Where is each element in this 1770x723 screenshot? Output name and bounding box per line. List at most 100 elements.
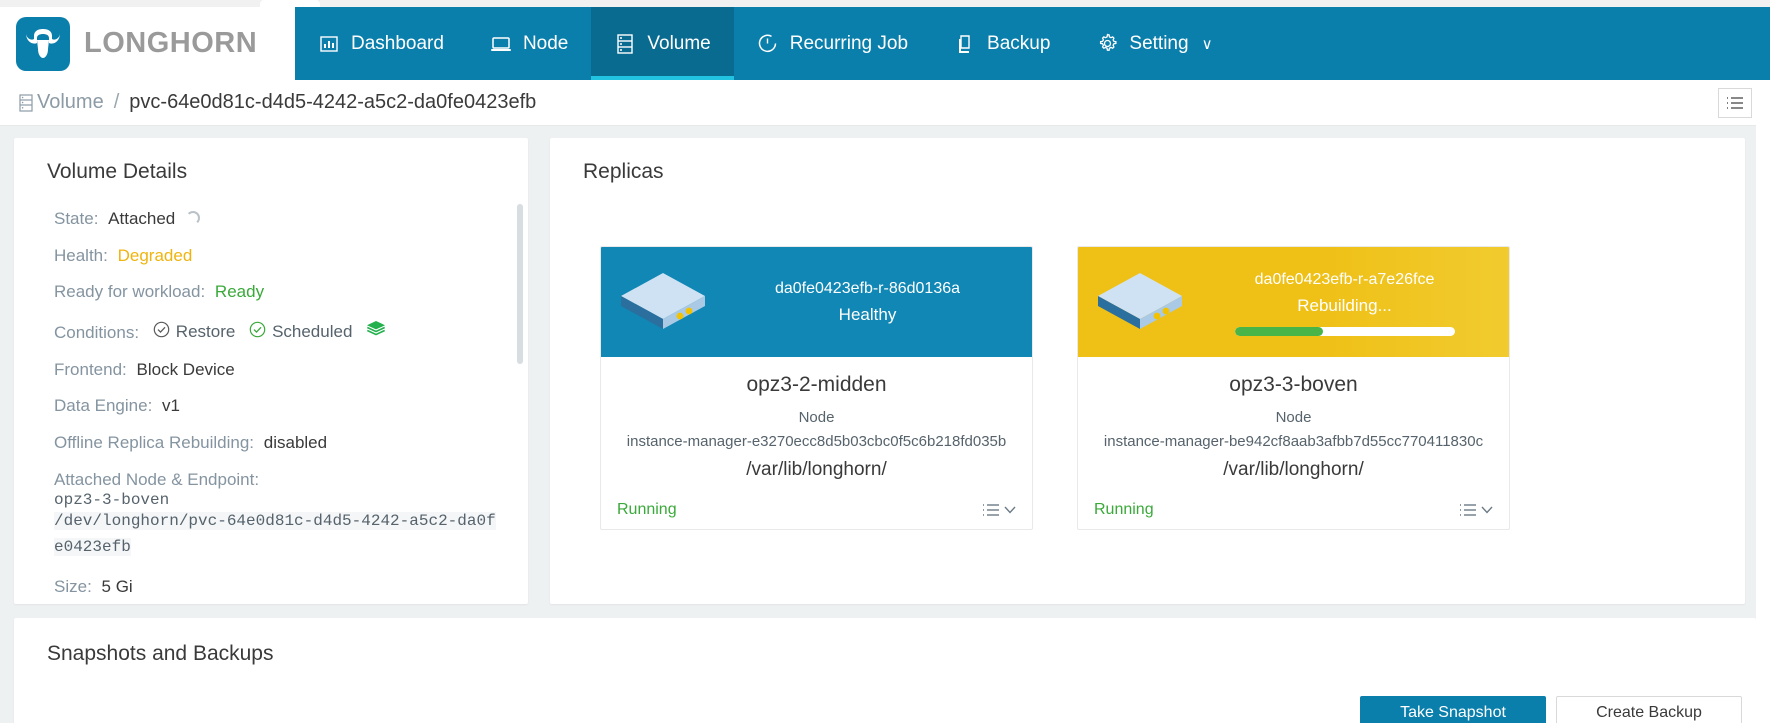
nav-label-node: Node: [522, 32, 569, 54]
replica-node-name: opz3-3-boven: [1229, 373, 1358, 396]
condition-scheduled[interactable]: Scheduled: [249, 321, 352, 343]
chevron-down-icon: [1004, 506, 1016, 514]
chevron-down-icon: [1481, 506, 1493, 514]
nav-label-dashboard: Dashboard: [351, 32, 444, 54]
replicas-card: Replicas da0fe0423efb-r-86d0136a Healthy…: [550, 138, 1745, 604]
list-icon[interactable]: [1718, 87, 1752, 118]
database-stack-icon: [614, 33, 636, 55]
nav-item-volume[interactable]: Volume: [591, 7, 735, 80]
replicas-title: Replicas: [583, 160, 664, 183]
create-backup-button[interactable]: Create Backup: [1556, 696, 1742, 723]
replica-body: opz3-3-boven Node instance-manager-be942…: [1078, 357, 1509, 501]
copy-icon: [954, 33, 976, 55]
nav-item-setting[interactable]: Setting ∨: [1073, 7, 1235, 80]
volume-icon: [18, 93, 34, 112]
detail-label-ready-for-workload: Ready for workload:: [54, 282, 206, 302]
replica-footer: Running: [1078, 501, 1509, 529]
replicas-grid: da0fe0423efb-r-86d0136a Healthy opz3-2-m…: [550, 184, 1745, 530]
replica-instance-manager: instance-manager-e3270ecc8d5b03cbc0f5c6b…: [626, 433, 1007, 450]
detail-label-size: Size:: [54, 577, 92, 597]
replica-body: opz3-2-midden Node instance-manager-e327…: [601, 357, 1032, 501]
nav-item-dashboard[interactable]: Dashboard: [295, 7, 467, 80]
nav-label-setting: Setting: [1129, 32, 1189, 54]
attached-node-value: opz3-3-boven: [54, 490, 170, 509]
check-circle-icon: [153, 321, 170, 343]
detail-label-frontend: Frontend:: [54, 359, 127, 379]
loading-spinner-icon: [186, 211, 200, 225]
brand[interactable]: LONGHORN: [0, 7, 295, 80]
replica-instance-manager: instance-manager-be942cf8aab3afbb7d55cc7…: [1103, 433, 1484, 450]
chevron-down-icon: ∨: [1201, 35, 1213, 53]
detail-label-conditions: Conditions:: [54, 323, 140, 343]
nav-label-backup: Backup: [987, 32, 1051, 54]
replica-node-label: Node: [798, 409, 835, 426]
volume-details-card: Volume Details State: Attached Health: D…: [14, 138, 528, 604]
detail-row-state: State: Attached: [54, 210, 498, 229]
take-snapshot-button[interactable]: Take Snapshot: [1360, 696, 1546, 723]
browser-tab-stub: [260, 0, 320, 7]
replica-footer: Running: [601, 501, 1032, 529]
replica-data-path: /var/lib/longhorn/: [1223, 459, 1364, 480]
detail-label-attached-node-endpoint: Attached Node & Endpoint:: [54, 469, 260, 489]
brand-name: LONGHORN: [84, 27, 258, 59]
chart-bar-icon: [318, 33, 340, 55]
detail-value-data-engine: v1: [162, 396, 180, 416]
detail-value-offline-replica-rebuilding: disabled: [263, 433, 328, 453]
nav-label-volume: Volume: [647, 32, 711, 54]
detail-label-data-engine: Data Engine:: [54, 396, 153, 416]
breadcrumb-root[interactable]: Volume: [37, 91, 104, 114]
replica-name: da0fe0423efb-r-86d0136a: [774, 279, 961, 297]
detail-value-frontend: Block Device: [136, 359, 235, 379]
volume-details-title: Volume Details: [47, 160, 188, 183]
replica-node-label: Node: [1275, 409, 1312, 426]
condition-label-restore: Restore: [175, 321, 236, 341]
rebuild-progress-bar: [1234, 326, 1455, 336]
nav-item-backup[interactable]: Backup: [931, 7, 1073, 80]
detail-row-offline-replica-rebuilding: Offline Replica Rebuilding: disabled: [54, 433, 498, 453]
check-circle-icon: [249, 321, 266, 343]
app-header: LONGHORN Dashboard Node Volume Recurring…: [0, 7, 1770, 80]
snapshots-backups-card: Snapshots and Backups Take Snapshot Crea…: [14, 618, 1756, 723]
replica-card[interactable]: da0fe0423efb-r-a7e26fce Rebuilding... op…: [1077, 246, 1510, 530]
detail-row-size: Size: 5 Gi: [54, 577, 498, 597]
replica-actions-menu[interactable]: [1459, 503, 1493, 517]
detail-label-offline-replica-rebuilding: Offline Replica Rebuilding:: [54, 433, 255, 453]
detail-value-size: 5 Gi: [101, 577, 133, 597]
detail-value-state: Attached: [108, 210, 176, 228]
condition-label-scheduled: Scheduled: [272, 321, 353, 341]
volume-details-list: State: Attached Health: Degraded Ready f…: [14, 210, 528, 604]
breadcrumb-actions: [1718, 87, 1752, 118]
disk-3d-icon: [1094, 269, 1186, 335]
breadcrumb-bar: Volume / pvc-64e0d81c-d4d5-4242-a5c2-da0…: [0, 80, 1770, 126]
replica-actions-menu[interactable]: [982, 503, 1016, 517]
condition-restore[interactable]: Restore: [153, 321, 236, 343]
longhorn-app: LONGHORN Dashboard Node Volume Recurring…: [0, 0, 1770, 723]
nav-item-recurring-job[interactable]: Recurring Job: [734, 7, 931, 80]
replica-running-status: Running: [617, 501, 677, 518]
breadcrumb-separator: /: [113, 91, 120, 113]
main-nav: Dashboard Node Volume Recurring Job Back…: [295, 7, 1770, 80]
replica-data-path: /var/lib/longhorn/: [746, 459, 887, 480]
detail-label-state: State:: [54, 210, 99, 228]
server-node-icon: [490, 33, 512, 55]
breadcrumb-current: pvc-64e0d81c-d4d5-4242-a5c2-da0fe0423efb: [129, 91, 537, 113]
clock-icon: [757, 33, 779, 55]
replica-header-healthy: da0fe0423efb-r-86d0136a Healthy: [601, 247, 1032, 357]
replica-header-rebuilding: da0fe0423efb-r-a7e26fce Rebuilding...: [1078, 247, 1509, 357]
gear-icon: [1096, 33, 1118, 55]
nav-item-node[interactable]: Node: [467, 7, 591, 80]
details-scrollbar-thumb[interactable]: [517, 204, 523, 364]
layers-icon[interactable]: [366, 320, 386, 338]
page-content: Volume Details State: Attached Health: D…: [0, 126, 1770, 723]
detail-row-data-engine: Data Engine: v1: [54, 397, 498, 416]
endpoint-path-value[interactable]: /dev/longhorn/pvc-64e0d81c-d4d5-4242-a5c…: [54, 512, 496, 556]
page-right-margin: [1756, 80, 1770, 723]
longhorn-bull-logo: [16, 16, 70, 71]
detail-label-health: Health:: [54, 245, 108, 265]
replica-card[interactable]: da0fe0423efb-r-86d0136a Healthy opz3-2-m…: [600, 246, 1033, 530]
detail-value-health: Degraded: [117, 245, 193, 265]
replica-status: Healthy: [838, 304, 897, 324]
disk-3d-icon: [617, 269, 709, 335]
replica-node-name: opz3-2-midden: [746, 373, 887, 396]
snapshots-backups-title: Snapshots and Backups: [47, 642, 274, 665]
